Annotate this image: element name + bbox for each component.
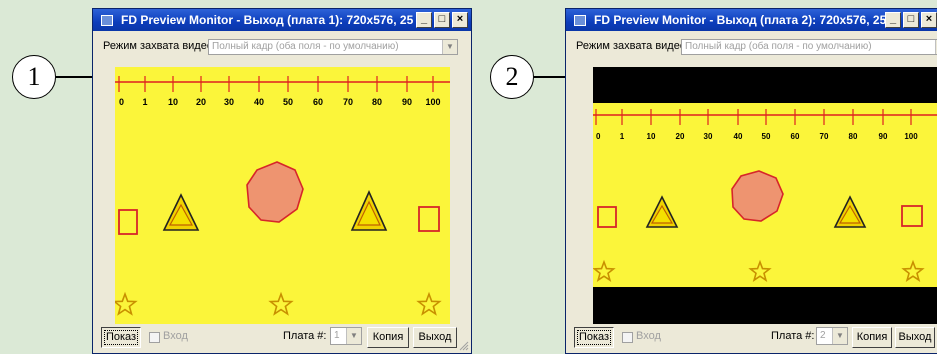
video-preview-2: 0 1 10 20 30 40 50 60 70 80 90 100 <box>593 67 937 324</box>
callout-2: 2 <box>490 55 534 99</box>
test-shapes <box>115 161 442 316</box>
capture-mode-select[interactable]: Полный кадр (оба поля - по умолчанию) ▼ <box>681 39 937 55</box>
dropdown-arrow-icon: ▼ <box>346 328 361 344</box>
show-button[interactable]: Показ <box>101 327 141 348</box>
ruler-tick-label: 60 <box>791 132 800 141</box>
app-window-icon <box>574 14 586 26</box>
board-value: 2 <box>820 330 826 341</box>
capture-mode-label: Режим захвата видео: <box>103 40 217 52</box>
ruler-tick-label: 10 <box>168 97 178 107</box>
preview-monitor-window-1: FD Preview Monitor - Выход (плата 1): 72… <box>92 8 472 354</box>
ruler-tick-label: 90 <box>879 132 888 141</box>
maximize-icon[interactable]: □ <box>434 12 450 28</box>
copy-button[interactable]: Копия <box>852 327 892 348</box>
window-title: FD Preview Monitor - Выход (плата 1): 72… <box>121 13 416 27</box>
show-button[interactable]: Показ <box>574 327 614 348</box>
ruler-tick-label: 100 <box>904 132 918 141</box>
ruler-tick-label: 30 <box>224 97 234 107</box>
capture-mode-label: Режим захвата видео: <box>576 40 690 52</box>
callout-1-number: 1 <box>27 62 41 91</box>
maximize-icon[interactable]: □ <box>903 12 919 28</box>
star-shape <box>416 291 442 316</box>
star-shape <box>115 291 138 316</box>
video-preview-1: 0 1 10 20 30 40 50 60 70 80 90 100 <box>115 67 450 324</box>
ruler-tick-label: 40 <box>254 97 264 107</box>
video-frame-2: 0 1 10 20 30 40 50 60 70 80 90 100 <box>593 67 937 324</box>
board-label: Плата #: <box>283 330 327 342</box>
letterbox-top <box>593 67 937 103</box>
dropdown-arrow-icon: ▼ <box>832 328 847 344</box>
callout-1: 1 <box>12 55 56 99</box>
ruler-tick-label: 10 <box>647 132 656 141</box>
board-select[interactable]: 1 ▼ <box>330 327 362 345</box>
titlebar[interactable]: FD Preview Monitor - Выход (плата 2): 72… <box>566 9 937 31</box>
ruler-tick-label: 90 <box>402 97 412 107</box>
window-title: FD Preview Monitor - Выход (плата 2): 72… <box>594 13 885 27</box>
letterbox-bottom <box>593 287 937 324</box>
ruler-tick-label: 0 <box>119 97 124 107</box>
ruler-tick-label: 50 <box>283 97 293 107</box>
input-checkbox-label: Вход <box>163 330 188 342</box>
titlebar[interactable]: FD Preview Monitor - Выход (плата 1): 72… <box>93 9 471 31</box>
ruler-tick-label: 40 <box>734 132 743 141</box>
ruler-tick-label: 70 <box>820 132 829 141</box>
dropdown-arrow-icon: ▼ <box>442 40 457 54</box>
minimize-icon[interactable]: _ <box>885 12 901 28</box>
ruler-tick-label: 50 <box>762 132 771 141</box>
ruler-tick-label: 70 <box>343 97 353 107</box>
board-select[interactable]: 2 ▼ <box>816 327 848 345</box>
ruler-tick-label: 100 <box>425 97 440 107</box>
exit-button[interactable]: Выход <box>895 327 935 348</box>
capture-mode-select[interactable]: Полный кадр (оба поля - по умолчанию) ▼ <box>208 39 458 55</box>
star-shape <box>268 291 294 316</box>
ruler-tick-label: 60 <box>313 97 323 107</box>
ruler-tick-label: 80 <box>372 97 382 107</box>
exit-button[interactable]: Выход <box>413 327 457 348</box>
preview-monitor-window-2: FD Preview Monitor - Выход (плата 2): 72… <box>565 8 937 354</box>
close-icon[interactable]: × <box>452 12 468 28</box>
input-checkbox-label: Вход <box>636 330 661 342</box>
board-value: 1 <box>334 330 340 341</box>
resize-grip-icon[interactable] <box>457 339 469 351</box>
input-checkbox[interactable] <box>622 332 633 343</box>
capture-mode-value: Полный кадр (оба поля - по умолчанию) <box>685 41 872 52</box>
ruler-tick-label: 0 <box>596 132 601 141</box>
ruler-tick-label: 20 <box>676 132 685 141</box>
app-window-icon <box>101 14 113 26</box>
capture-mode-value: Полный кадр (оба поля - по умолчанию) <box>212 41 399 52</box>
input-checkbox[interactable] <box>149 332 160 343</box>
board-label: Плата #: <box>771 330 815 342</box>
copy-button[interactable]: Копия <box>367 327 409 348</box>
ruler-tick-label: 1 <box>620 132 625 141</box>
ruler: 0 1 10 20 30 40 50 60 70 80 90 100 <box>115 76 450 107</box>
ruler-tick-label: 20 <box>196 97 206 107</box>
ruler-tick-label: 80 <box>849 132 858 141</box>
video-frame-1: 0 1 10 20 30 40 50 60 70 80 90 100 <box>115 76 450 316</box>
ruler-tick-label: 30 <box>704 132 713 141</box>
ruler-tick-label: 1 <box>142 97 147 107</box>
minimize-icon[interactable]: _ <box>416 12 432 28</box>
close-icon[interactable]: × <box>921 12 937 28</box>
callout-2-number: 2 <box>505 62 519 91</box>
